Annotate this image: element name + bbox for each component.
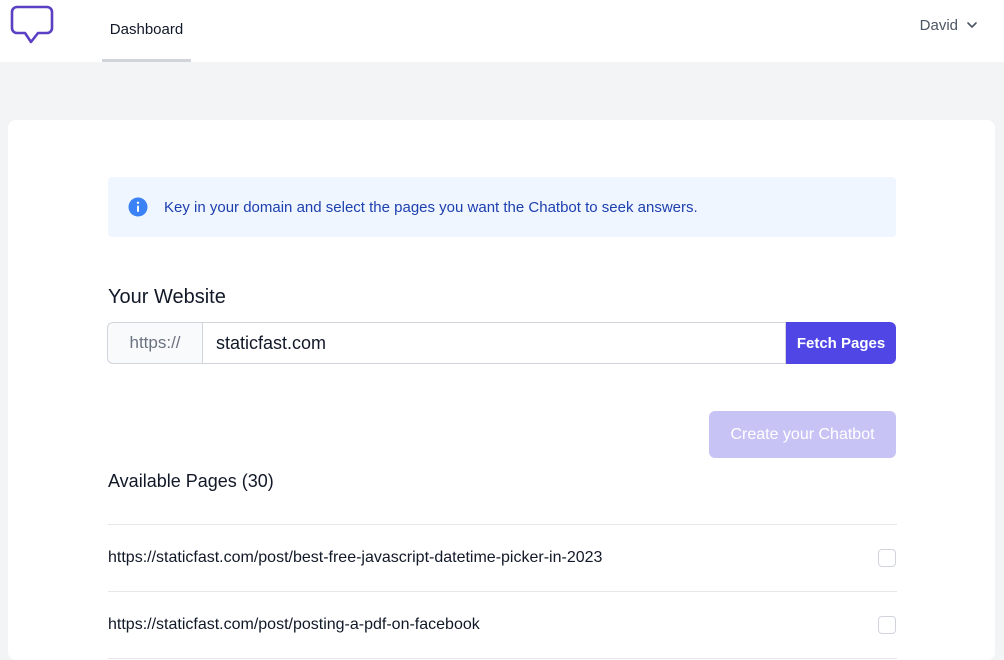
speech-bubble-icon[interactable] (10, 4, 54, 46)
info-icon (128, 197, 148, 217)
user-name: David (919, 16, 958, 34)
chevron-down-icon (967, 22, 977, 28)
website-section-title: Your Website (108, 286, 226, 308)
fetch-pages-button[interactable]: Fetch Pages (786, 322, 896, 364)
page-checkbox[interactable] (878, 549, 896, 567)
alert-text: Key in your domain and select the pages … (164, 198, 698, 216)
page-url: https://staticfast.com/post/posting-a-pd… (108, 616, 480, 633)
page-list: https://staticfast.com/post/best-free-ja… (108, 524, 897, 659)
info-alert: Key in your domain and select the pages … (108, 177, 896, 237)
url-prefix-addon: https:// (107, 322, 202, 364)
main-card: Key in your domain and select the pages … (8, 120, 995, 660)
domain-input[interactable] (202, 322, 786, 364)
top-navbar: Dashboard David (0, 0, 1004, 62)
tab-dashboard[interactable]: Dashboard (102, 0, 191, 62)
page-checkbox[interactable] (878, 616, 896, 634)
list-item: https://staticfast.com/post/posting-a-pd… (108, 592, 897, 659)
available-pages-title: Available Pages (30) (108, 471, 274, 491)
website-url-group: https:// Fetch Pages (107, 322, 896, 364)
list-item: https://staticfast.com/post/best-free-ja… (108, 525, 897, 592)
page-url: https://staticfast.com/post/best-free-ja… (108, 549, 603, 566)
user-menu[interactable]: David (920, 14, 978, 36)
create-chatbot-button[interactable]: Create your Chatbot (709, 411, 896, 458)
